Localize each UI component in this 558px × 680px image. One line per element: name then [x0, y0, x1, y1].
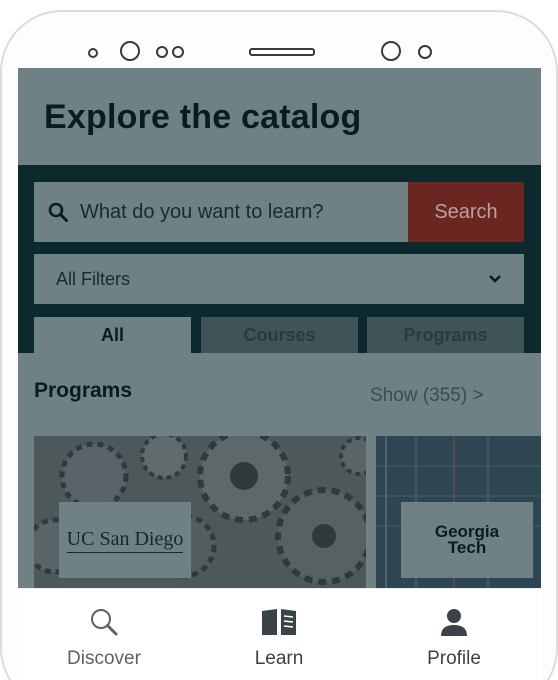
all-filters-dropdown[interactable]: All Filters — [34, 254, 524, 304]
search-button[interactable]: Search — [408, 182, 524, 242]
front-camera — [381, 41, 401, 61]
tab-programs[interactable]: Programs — [367, 317, 524, 353]
app-screen: Explore the catalog What do you want to … — [18, 68, 541, 680]
nav-label: Learn — [254, 648, 304, 669]
partner-logo: Georgia Tech — [401, 502, 533, 578]
nav-profile[interactable]: Profile — [374, 607, 534, 670]
search-icon — [48, 202, 68, 222]
filters-label: All Filters — [56, 268, 131, 289]
bottom-navigation: Discover Learn Profile — [18, 588, 541, 680]
book-icon — [262, 609, 296, 635]
front-camera — [120, 41, 140, 61]
sensor-dot — [418, 45, 432, 59]
tab-courses[interactable]: Courses — [201, 317, 358, 353]
sensor-dot — [88, 48, 98, 58]
search-input[interactable]: What do you want to learn? — [34, 182, 408, 242]
nav-label: Discover — [67, 648, 141, 669]
program-card[interactable]: Georgia Tech — [376, 436, 541, 588]
search-placeholder: What do you want to learn? — [80, 200, 324, 223]
page-title: Explore the catalog — [44, 98, 362, 136]
section-title: Programs — [34, 379, 133, 402]
nav-label: Profile — [427, 648, 481, 669]
sensor-dot — [156, 46, 168, 58]
tab-all[interactable]: All — [34, 317, 191, 353]
chevron-down-icon — [489, 275, 501, 283]
partner-logo: UC San Diego — [59, 502, 191, 578]
program-card[interactable]: UC San Diego — [34, 436, 366, 588]
sensor-dot — [172, 46, 184, 58]
page-header: Explore the catalog — [18, 68, 541, 165]
partner-name: UC San Diego — [66, 528, 184, 553]
nav-discover[interactable]: Discover — [24, 607, 184, 670]
earpiece-speaker — [249, 48, 315, 56]
person-icon — [441, 609, 467, 636]
partner-name-line2: Tech — [447, 538, 487, 557]
programs-section: Programs Show (355) > UC San Diego Georg… — [18, 353, 541, 588]
search-area: What do you want to learn? Search All Fi… — [18, 165, 541, 353]
show-all-link[interactable]: Show (355) > — [370, 385, 484, 407]
nav-learn[interactable]: Learn — [199, 607, 359, 670]
search-icon — [91, 609, 118, 636]
